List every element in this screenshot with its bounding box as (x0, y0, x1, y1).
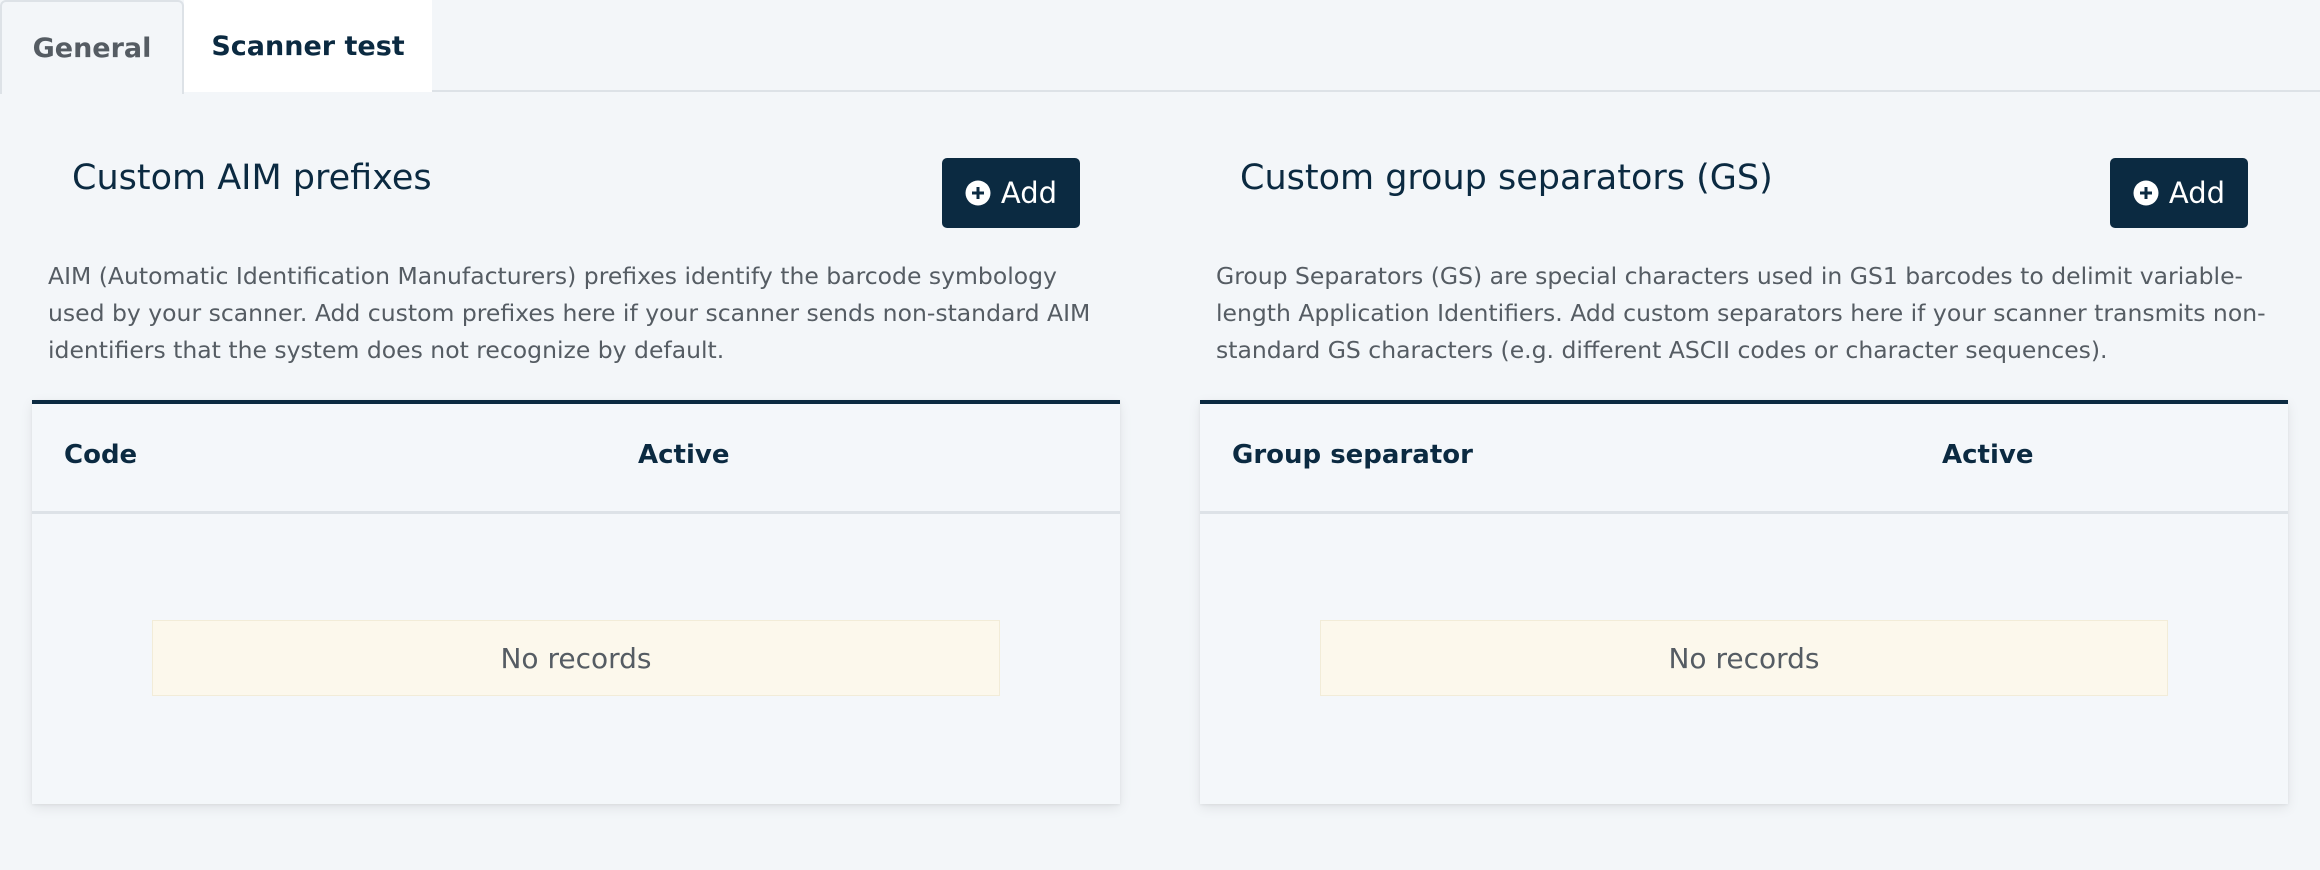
tab-scanner-test[interactable]: Scanner test (184, 0, 432, 92)
add-aim-prefix-button[interactable]: Add (942, 158, 1080, 228)
table-header: Group separator Active (1200, 404, 2288, 514)
tab-general[interactable]: General (0, 0, 184, 94)
column-header-active[interactable]: Active (1942, 440, 2033, 470)
aim-prefixes-table: Code Active No records (32, 400, 1120, 804)
table-header: Code Active (32, 404, 1120, 514)
panel-description: Group Separators (GS) are special charac… (1216, 262, 2266, 364)
add-button-label: Add (2168, 176, 2226, 210)
group-separators-table: Group separator Active No records (1200, 400, 2288, 804)
empty-state: No records (152, 620, 1000, 696)
panel-title: Custom AIM prefixes (72, 158, 432, 198)
plus-circle-icon (2133, 180, 2159, 206)
tab-bar: General Scanner test (0, 0, 2320, 94)
plus-circle-icon (965, 180, 991, 206)
panel-description: AIM (Automatic Identification Manufactur… (48, 262, 1091, 364)
empty-state: No records (1320, 620, 2168, 696)
add-group-separator-button[interactable]: Add (2110, 158, 2248, 228)
column-header-active[interactable]: Active (638, 440, 729, 470)
add-button-label: Add (1000, 176, 1058, 210)
column-header-group-separator[interactable]: Group separator (1232, 440, 1473, 470)
column-header-code[interactable]: Code (64, 440, 137, 470)
panel-title: Custom group separators (GS) (1240, 158, 1773, 198)
